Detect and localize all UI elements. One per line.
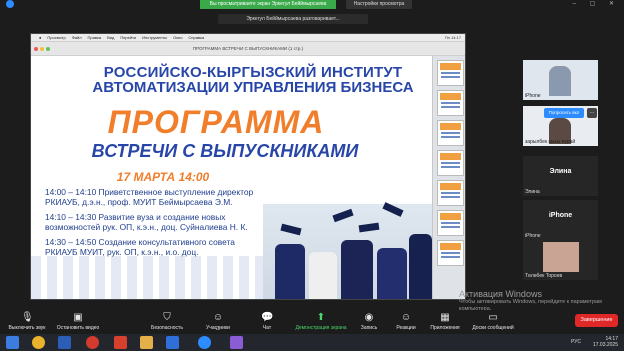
menu-item: Файл [71, 35, 82, 40]
security-button[interactable]: ⛉ Безопасность [146, 312, 188, 331]
participant-tile[interactable]: Элина Элина [523, 156, 598, 196]
graduates-photo [263, 202, 432, 299]
avatar [549, 66, 571, 96]
menu-item: Справка [188, 35, 205, 40]
menu-item: Инструменты [142, 35, 168, 40]
participants-button[interactable]: ☺10 Участники [198, 312, 238, 331]
participant-tile[interactable]: Төлөбек Тороев [523, 240, 598, 280]
document-title: ПРОГРАММА ВСТРЕЧИ С ВЫПУСКНИКАМИ (1 стр.… [192, 46, 304, 51]
ask-to-start-video-button[interactable]: Попросить вкл [544, 108, 584, 118]
app-icon[interactable] [166, 336, 179, 349]
zoom-logo-icon [6, 0, 14, 8]
document-view: РОССИЙСКО-КЫРГЫЗСКИЙ ИНСТИТУТ АВТОМАТИЗА… [31, 56, 465, 299]
page-thumbnail[interactable] [437, 120, 464, 146]
page-thumbnails[interactable] [432, 56, 465, 299]
menu-item: Просмотр [47, 35, 66, 40]
language-indicator[interactable]: РУС [571, 339, 581, 345]
windows-taskbar: РУС 14:17 17.03.2025 [0, 334, 624, 351]
share-screen-icon: ⬆ [316, 312, 326, 323]
menu-item: Вид [107, 35, 115, 40]
participant-tile[interactable]: iPhone iPhone [523, 200, 598, 240]
whiteboard-icon: ▭ [488, 312, 498, 323]
preview-title-bar: ПРОГРАММА ВСТРЕЧИ С ВЫПУСКНИКАМИ (1 стр.… [31, 42, 465, 56]
folder-icon[interactable] [140, 336, 153, 349]
menu-item: Окно [173, 35, 183, 40]
window-controls[interactable]: – ▢ ✕ [573, 0, 620, 7]
page-thumbnail[interactable] [437, 60, 464, 86]
event-date: 17 МАРТА 14:00 [116, 170, 210, 184]
page-thumbnail[interactable] [437, 210, 464, 236]
meeting-toolbar: 🎙 Выключить звук ▣ Остановить видео ⛉ Бе… [0, 310, 624, 334]
viewing-banner: Вы просматриваете экран Эркегул Бейймырс… [200, 0, 336, 9]
chat-icon: 💬 [261, 312, 274, 323]
apple-icon: ● [39, 35, 42, 40]
word-icon[interactable] [58, 336, 71, 349]
agenda-item: 14:10 – 14:30 Развитие вуза и создание н… [45, 212, 248, 232]
view-options-button[interactable]: Настройки просмотра [346, 0, 412, 9]
apps-icon: ▦ [440, 312, 450, 323]
program-heading: ПРОГРАММА [107, 104, 325, 140]
app-icon[interactable] [114, 336, 127, 349]
camera-icon: ▣ [73, 312, 83, 323]
app-icon[interactable] [230, 336, 243, 349]
page-thumbnail[interactable] [437, 180, 464, 206]
share-screen-button[interactable]: ⬆ Демонстрация экрана [290, 312, 352, 331]
reactions-button[interactable]: ☺ Реакции [392, 312, 420, 331]
mute-button[interactable]: 🎙 Выключить звук [2, 312, 52, 331]
page-thumbnail[interactable] [437, 150, 464, 176]
apps-button[interactable]: ▦ Приложения [426, 312, 464, 331]
opera-icon[interactable] [86, 336, 99, 349]
people-icon: ☺10 [212, 312, 224, 331]
mac-menu-bar: ● Просмотр Файл Правка Вид Перейти Инстр… [31, 34, 465, 42]
record-icon: ◉ [364, 312, 374, 323]
agenda-item: 14:00 – 14:10 Приветственное выступление… [45, 187, 254, 207]
agenda-list: 14:00 – 14:10 Приветственное выступление… [45, 187, 265, 262]
meeting-subtitle: ВСТРЕЧИ С ВЫПУСКНИКАМИ [91, 141, 359, 161]
zoom-top-bar: Вы просматриваете экран Эркегул Бейймырс… [0, 0, 624, 12]
chat-button[interactable]: 💬 Чат [256, 312, 278, 331]
active-speaker-label: Эркегул Бейймырсаева разговаривает... [218, 14, 368, 24]
end-meeting-button[interactable]: Завершение [575, 314, 618, 327]
avatar [543, 242, 579, 272]
shield-icon: ⛉ [163, 312, 171, 323]
participant-tile[interactable]: iPhone [523, 60, 598, 100]
page-thumbnail[interactable] [437, 240, 464, 266]
start-icon[interactable] [6, 336, 19, 349]
zoom-window: Вы просматриваете экран Эркегул Бейймырс… [0, 0, 624, 351]
stop-video-button[interactable]: ▣ Остановить видео [52, 312, 104, 331]
smile-icon: ☺ [400, 312, 412, 323]
microphone-icon: 🎙 [21, 312, 34, 323]
chrome-icon[interactable] [32, 336, 45, 349]
program-slide: РОССИЙСКО-КЫРГЫЗСКИЙ ИНСТИТУТ АВТОМАТИЗА… [31, 56, 432, 299]
institute-title-line2: АВТОМАТИЗАЦИИ УПРАВЛЕНИЯ БИЗНЕСА [92, 79, 414, 96]
menu-item: Правка [87, 35, 102, 40]
shared-screen: ● Просмотр Файл Правка Вид Перейти Инстр… [30, 33, 466, 300]
traffic-lights [34, 47, 50, 51]
agenda-item: 14:30 – 14:50 Создание консультативного … [45, 237, 235, 257]
record-button[interactable]: ◉ Запись [356, 312, 382, 331]
more-button[interactable]: ... [587, 108, 597, 118]
mac-clock: Пн 14:17 [444, 35, 461, 40]
skyline-decoration [31, 256, 271, 299]
menu-item: Перейти [120, 35, 137, 40]
whiteboards-button[interactable]: ▭ Доски сообщений [466, 312, 520, 331]
zoom-taskbar-icon[interactable] [198, 336, 211, 349]
system-clock[interactable]: 14:17 17.03.2025 [593, 336, 618, 348]
page-thumbnail[interactable] [437, 90, 464, 116]
